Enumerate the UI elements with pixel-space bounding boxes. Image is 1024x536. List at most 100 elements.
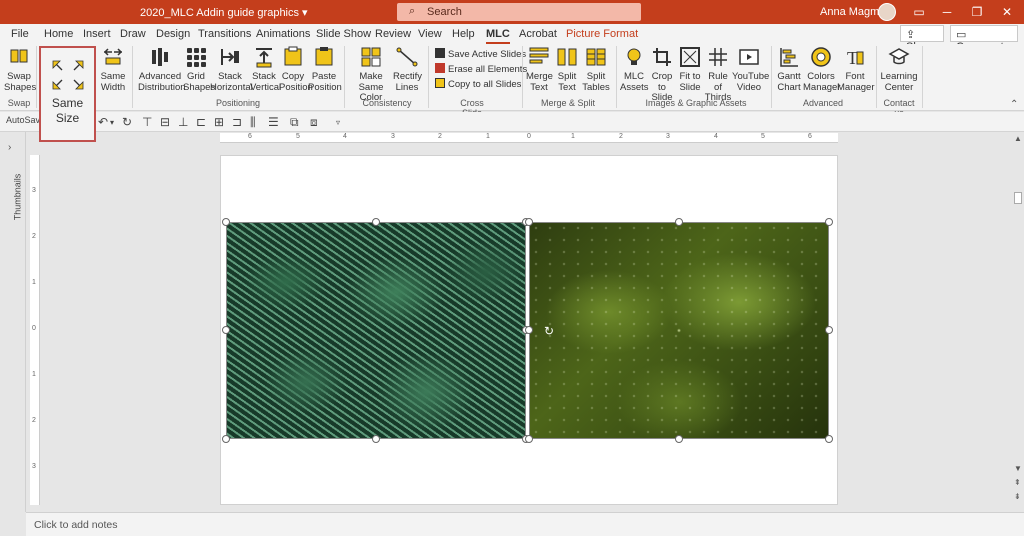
resize-handle[interactable] [222,435,230,443]
fit-to-slide-button[interactable]: Fit to Slide [677,46,703,93]
same-color-label-1: Make [359,71,383,82]
rectify-lines-button[interactable]: Rectify Lines [393,46,422,93]
rule-of-thirds-button[interactable]: Rule of Thirds [704,46,732,104]
same-width-button[interactable]: Same Width [98,46,128,93]
previous-slide-icon[interactable]: ⇞ [1014,478,1021,487]
minimize-button[interactable]: ─ [932,2,962,22]
resize-handle[interactable] [525,326,533,334]
youtube-video-label-2: Video [736,81,762,93]
tab-mlc[interactable]: MLC [486,28,510,44]
mlc-assets-button[interactable]: MLC Assets [620,46,649,93]
scroll-up-icon[interactable]: ▲ [1014,134,1022,143]
make-same-color-button[interactable]: Make Same Color [350,46,392,104]
grid-shapes-button[interactable]: Grid Shapes [183,46,215,93]
share-button[interactable]: ⇪ Share [900,25,944,53]
gantt-chart-button[interactable]: Gantt Chart [776,46,802,93]
tab-transitions[interactable]: Transitions [198,28,251,40]
customize-toolbar-icon[interactable]: ▿ [336,118,340,127]
resize-handle[interactable] [825,218,833,226]
align-right-icon[interactable]: ⊐ [232,115,242,129]
font-manager-button[interactable]: T Font Manager [837,46,875,93]
redo-icon[interactable]: ↻ [122,115,132,129]
avatar[interactable] [878,3,896,21]
resize-handle[interactable] [525,435,533,443]
fit-to-slide-label-1: Fit to [679,71,701,82]
tab-draw[interactable]: Draw [120,28,146,40]
resize-handle[interactable] [675,218,683,226]
thumbnails-pane[interactable]: › Thumbnails [0,132,26,512]
save-icon [435,48,445,58]
undo-dropdown-icon[interactable]: ▾ [110,118,114,127]
notes-pane[interactable]: Click to add notes [26,512,1024,536]
close-button[interactable]: ✕ [992,2,1022,22]
same-size-button[interactable]: Same Size [39,46,96,142]
tab-view[interactable]: View [418,28,442,40]
next-slide-icon[interactable]: ⇟ [1014,492,1021,501]
rotate-handle-icon[interactable]: ↻ [542,324,556,338]
save-active-slides-button[interactable]: Save Active Slides [435,48,526,60]
scroll-down-icon[interactable]: ▼ [1014,464,1022,473]
resize-handle[interactable] [222,326,230,334]
tab-home[interactable]: Home [44,28,73,40]
ruler-number: 0 [32,325,36,332]
divider [428,46,429,108]
merge-text-button[interactable]: Merge Text [526,46,553,93]
tab-slide-show[interactable]: Slide Show [316,28,371,40]
tab-help[interactable]: Help [452,28,475,40]
search-box[interactable]: ⌕ Search [397,3,641,21]
learning-center-button[interactable]: Learning Center [880,46,918,93]
tab-review[interactable]: Review [375,28,411,40]
split-tables-button[interactable]: Split Tables [582,46,610,93]
scrollbar-thumb[interactable] [1014,192,1022,204]
tab-animations[interactable]: Animations [256,28,310,40]
distribute-h-icon[interactable]: ⫼ [250,115,256,130]
colors-manager-button[interactable]: Colors Manager [803,46,841,93]
resize-handle[interactable] [372,218,380,226]
tab-picture-format[interactable]: Picture Format [566,28,638,40]
stack-vertical-icon [256,48,272,68]
resize-handle[interactable] [825,435,833,443]
copy-position-button[interactable]: Copy Position [279,46,313,93]
split-text-button[interactable]: Split Text [554,46,580,93]
group-icon[interactable]: ⧉ [290,115,299,130]
ribbon: Swap Shapes Swap Same Width Advanced Dis… [0,44,1024,118]
expand-thumbnails-icon[interactable]: › [8,142,11,153]
swap-shapes-button[interactable]: Swap Shapes [4,46,36,93]
resize-handle[interactable] [222,218,230,226]
stack-vertical-button[interactable]: Stack Vertical [250,46,281,93]
align-middle-icon[interactable]: ⊟ [160,115,170,129]
undo-icon[interactable]: ↶ [98,115,108,129]
arrange-icon[interactable]: ⧈ [310,115,318,130]
same-size-label-2: Size [55,111,80,125]
resize-handle[interactable] [675,435,683,443]
distribute-v-icon[interactable]: ☰ [268,115,279,129]
vertical-scrollbar[interactable]: ▲ ▼ ⇞ ⇟ [1012,132,1024,512]
erase-all-elements-button[interactable]: Erase all Elements [435,63,527,75]
youtube-video-button[interactable]: YouTube Video [732,46,769,93]
align-center-icon[interactable]: ⊞ [214,115,224,129]
tab-acrobat[interactable]: Acrobat [519,28,557,40]
collapse-ribbon-icon[interactable]: ⌃ [1010,99,1018,110]
tab-insert[interactable]: Insert [83,28,111,40]
mlc-assets-label-2: Assets [620,81,649,93]
align-left-icon[interactable]: ⊏ [196,115,206,129]
resize-handle[interactable] [372,435,380,443]
crop-to-slide-button[interactable]: Crop to Slide [648,46,676,104]
ribbon-display-button[interactable]: ▭ [904,2,934,22]
advanced-distribution-button[interactable]: Advanced Distribution [138,46,186,93]
distribution-icon [152,48,168,66]
restore-button[interactable]: ❐ [962,2,992,22]
document-title[interactable]: 2020_MLC Addin guide graphics ▾ [140,6,308,19]
ruler-number: 6 [248,133,252,140]
align-top-icon[interactable]: ⊤ [142,115,152,129]
resize-handle[interactable] [825,326,833,334]
colors-manager-label-2: Manager [803,81,841,93]
copy-to-all-slides-button[interactable]: Copy to all Slides [435,78,521,90]
paste-position-button[interactable]: Paste Position [308,46,342,93]
tab-design[interactable]: Design [156,28,190,40]
resize-handle[interactable] [525,218,533,226]
tab-file[interactable]: File [11,28,29,40]
comments-button[interactable]: ▭ Comments [950,25,1018,53]
align-bottom-icon[interactable]: ⊥ [178,115,188,129]
stack-horizontal-button[interactable]: Stack Horizontal [210,46,253,93]
